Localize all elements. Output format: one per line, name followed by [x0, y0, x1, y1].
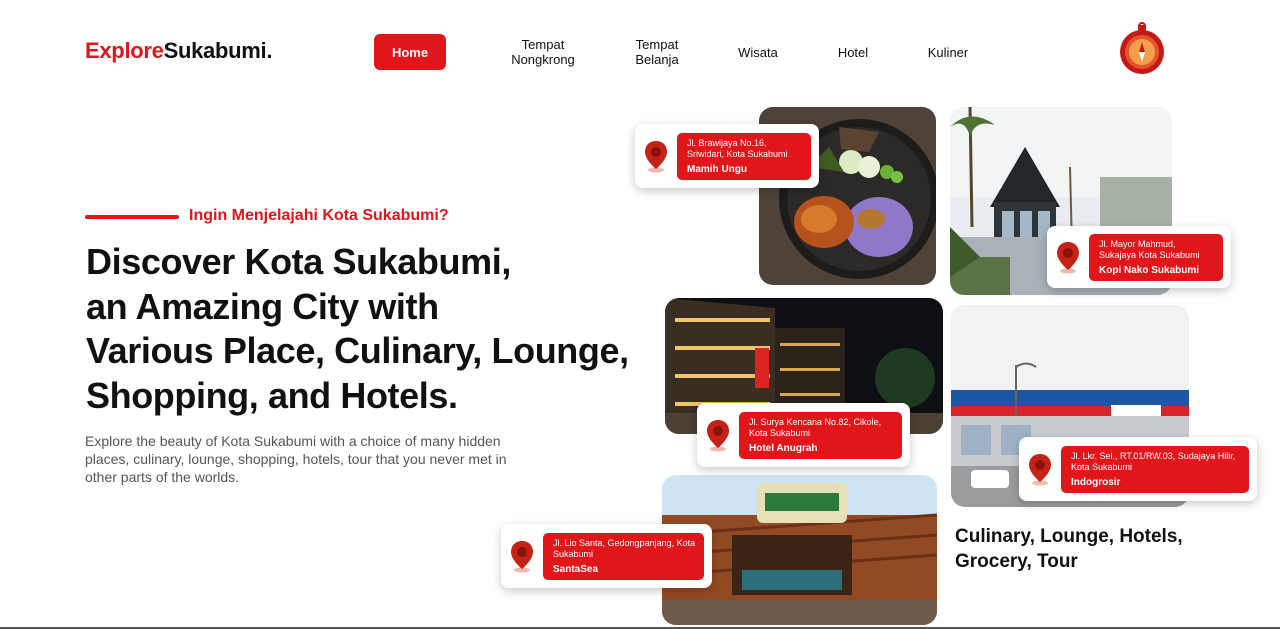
location-card-hotel-anugrah[interactable]: Jl. Surya Kencana No.82, Cikole, Kota Su… [697, 403, 910, 467]
site-logo[interactable]: ExploreSukabumi. [85, 38, 272, 64]
headline-line: Discover Kota Sukabumi, [86, 241, 511, 282]
headline-line: Shopping, and Hotels. [86, 374, 458, 416]
location-card-santasea[interactable]: Jl. Lio Santa, Gedongpanjang, Kota Sukab… [501, 524, 712, 588]
location-name: Kopi Nako Sukabumi [1099, 264, 1200, 276]
location-address: Jl. Lkr. Sel., RT.01/RW.03, Sudajaya Hil… [1071, 450, 1236, 473]
location-card-kopi-nako[interactable]: Jl. Mayor Mahmud, Sukajaya Kota Sukabumi… [1047, 226, 1231, 288]
map-pin-icon [511, 541, 533, 573]
nav-tempat-nongkrong[interactable]: Tempat Nongkrong [502, 34, 584, 70]
location-label: Jl. Lio Santa, Gedongpanjang, Kota Sukab… [543, 532, 704, 580]
map-pin-icon [1029, 454, 1051, 486]
headline-line: Various Place, Culinary, Lounge, [86, 330, 629, 371]
location-label: Jl. Mayor Mahmud, Sukajaya Kota Sukabumi… [1089, 233, 1223, 281]
nav-hotel[interactable]: Hotel [830, 34, 876, 70]
compass-icon [1114, 22, 1168, 76]
kicker-divider [85, 215, 179, 219]
map-pin-icon [1057, 242, 1079, 274]
location-label: Jl. Brawijaya No.16, Sriwidari, Kota Suk… [677, 132, 811, 180]
hero-headline: Discover Kota Sukabumi, an Amazing City … [86, 240, 666, 418]
location-address: Jl. Surya Kencana No.82, Cikole, Kota Su… [749, 416, 882, 439]
hero-description: Explore the beauty of Kota Sukabumi with… [85, 433, 507, 485]
location-name: Indogrosir [1071, 476, 1121, 488]
map-pin-icon [645, 141, 667, 173]
logo-explore: Explore [85, 38, 164, 63]
map-pin-icon [707, 420, 729, 452]
nav-wisata[interactable]: Wisata [730, 34, 786, 70]
headline-line: an Amazing City with [86, 285, 439, 327]
categories-caption: Culinary, Lounge, Hotels, Grocery, Tour [955, 526, 1183, 572]
location-name: SantaSea [553, 563, 599, 575]
location-label: Jl. Lkr. Sel., RT.01/RW.03, Sudajaya Hil… [1061, 445, 1249, 493]
location-card-mamih-ungu[interactable]: Jl. Brawijaya No.16, Sriwidari, Kota Suk… [635, 124, 819, 188]
nav-home[interactable]: Home [374, 34, 446, 70]
hero-kicker: Ingin Menjelajahi Kota Sukabumi? [189, 207, 449, 224]
location-address: Jl. Mayor Mahmud, Sukajaya Kota Sukabumi [1099, 238, 1200, 261]
location-name: Mamih Ungu [687, 163, 747, 175]
location-label: Jl. Surya Kencana No.82, Cikole, Kota Su… [739, 411, 902, 459]
location-address: Jl. Lio Santa, Gedongpanjang, Kota Sukab… [553, 537, 696, 560]
nav-kuliner[interactable]: Kuliner [922, 34, 974, 70]
location-address: Jl. Brawijaya No.16, Sriwidari, Kota Suk… [687, 137, 788, 160]
nav-tempat-belanja[interactable]: Tempat Belanja [628, 34, 686, 70]
location-name: Hotel Anugrah [749, 442, 818, 454]
location-card-indogrosir[interactable]: Jl. Lkr. Sel., RT.01/RW.03, Sudajaya Hil… [1019, 437, 1257, 501]
logo-sukabumi: Sukabumi. [163, 38, 273, 63]
